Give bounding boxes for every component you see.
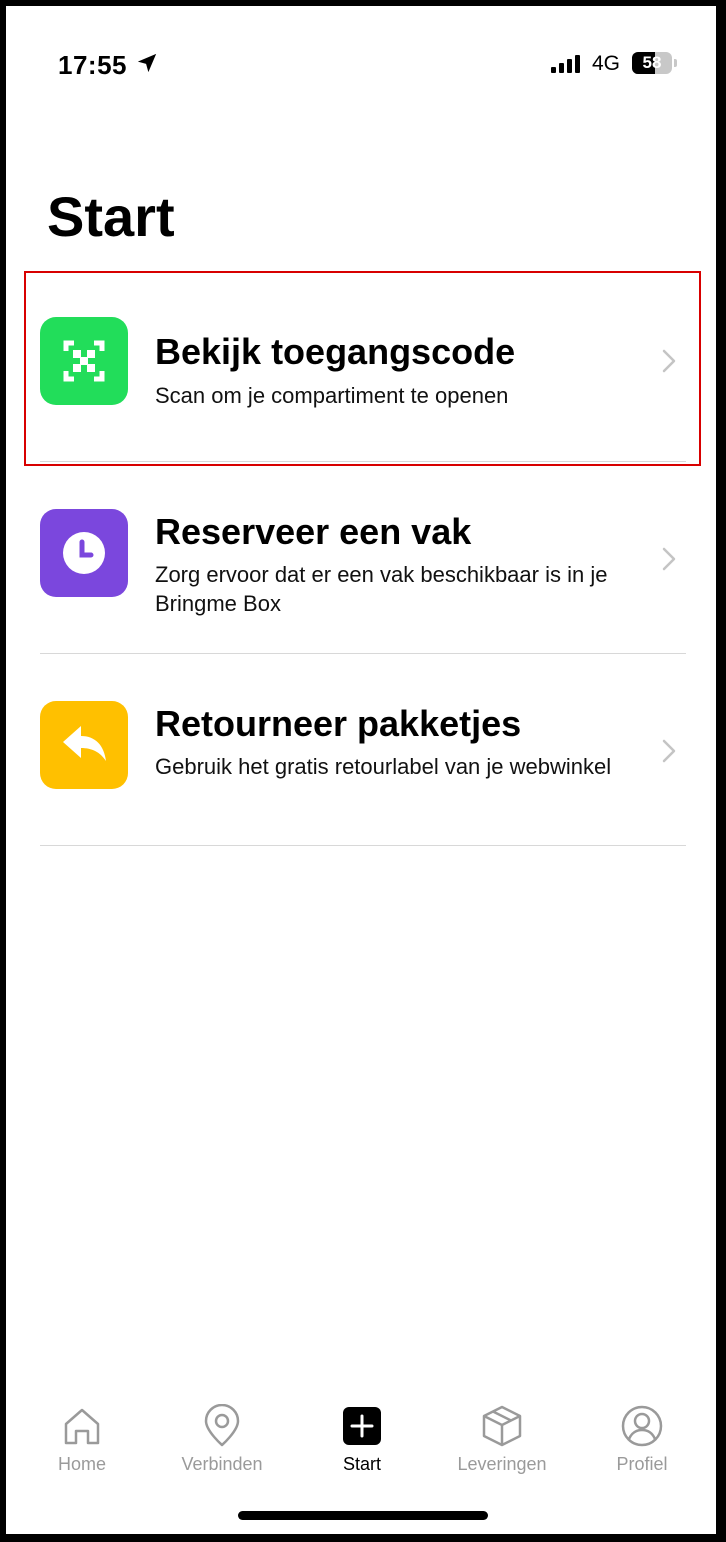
tab-label: Start (342, 1454, 381, 1474)
tab-label: Home (57, 1454, 106, 1474)
tab-leveringen[interactable]: Leveringen (437, 1396, 567, 1486)
clock-icon (63, 532, 105, 574)
item-subtitle: Gebruik het gratis retourlabel van je we… (155, 754, 612, 779)
status-bar: 17:55 4G 58 (6, 6, 716, 106)
tab-verbinden[interactable]: Verbinden (157, 1396, 287, 1486)
highlight-box (24, 271, 701, 466)
plus-icon (343, 1407, 381, 1445)
network-label: 4G (592, 52, 621, 75)
tab-label: Leveringen (457, 1454, 547, 1474)
tab-label: Verbinden (181, 1454, 263, 1474)
divider (40, 845, 686, 846)
tab-profiel[interactable]: Profiel (577, 1396, 707, 1486)
package-icon (482, 1405, 522, 1447)
battery-icon: 58 (632, 52, 672, 74)
chevron-right-icon (662, 739, 676, 763)
location-pin-icon (204, 1404, 240, 1447)
status-time: 17:55 (58, 50, 127, 80)
home-icon (64, 1408, 100, 1445)
battery-tip (674, 59, 677, 67)
chevron-right-icon (662, 547, 676, 571)
item-subtitle: Zorg ervoor dat er een vak beschikbaar i… (155, 562, 608, 616)
tab-start[interactable]: Start (297, 1396, 427, 1486)
divider (40, 653, 686, 654)
tab-label: Profiel (616, 1454, 668, 1474)
list-item-reserveer-een-vak[interactable]: Reserveer een vak Zorg ervoor dat er een… (40, 478, 686, 654)
tab-bar: Home Verbinden Start Leveringen Profiel (6, 1396, 716, 1496)
location-arrow-icon (137, 53, 157, 73)
page-title: Start (47, 185, 175, 248)
home-indicator[interactable] (238, 1511, 488, 1520)
battery-percentage: 58 (642, 53, 662, 72)
list-item-retourneer-pakketjes[interactable]: Retourneer pakketjes Gebruik het gratis … (40, 670, 686, 846)
item-title: Retourneer pakketjes (155, 703, 522, 744)
signal-bars-icon (551, 55, 580, 73)
tab-home[interactable]: Home (17, 1396, 147, 1486)
reply-arrow-icon (63, 726, 106, 761)
reserve-icon-tile (40, 509, 128, 597)
return-icon-tile (40, 701, 128, 789)
phone-screen: 17:55 4G 58 Start Bekijk toegangscode Sc… (0, 0, 726, 1542)
item-title: Reserveer een vak (155, 511, 472, 552)
profile-icon (621, 1405, 663, 1447)
